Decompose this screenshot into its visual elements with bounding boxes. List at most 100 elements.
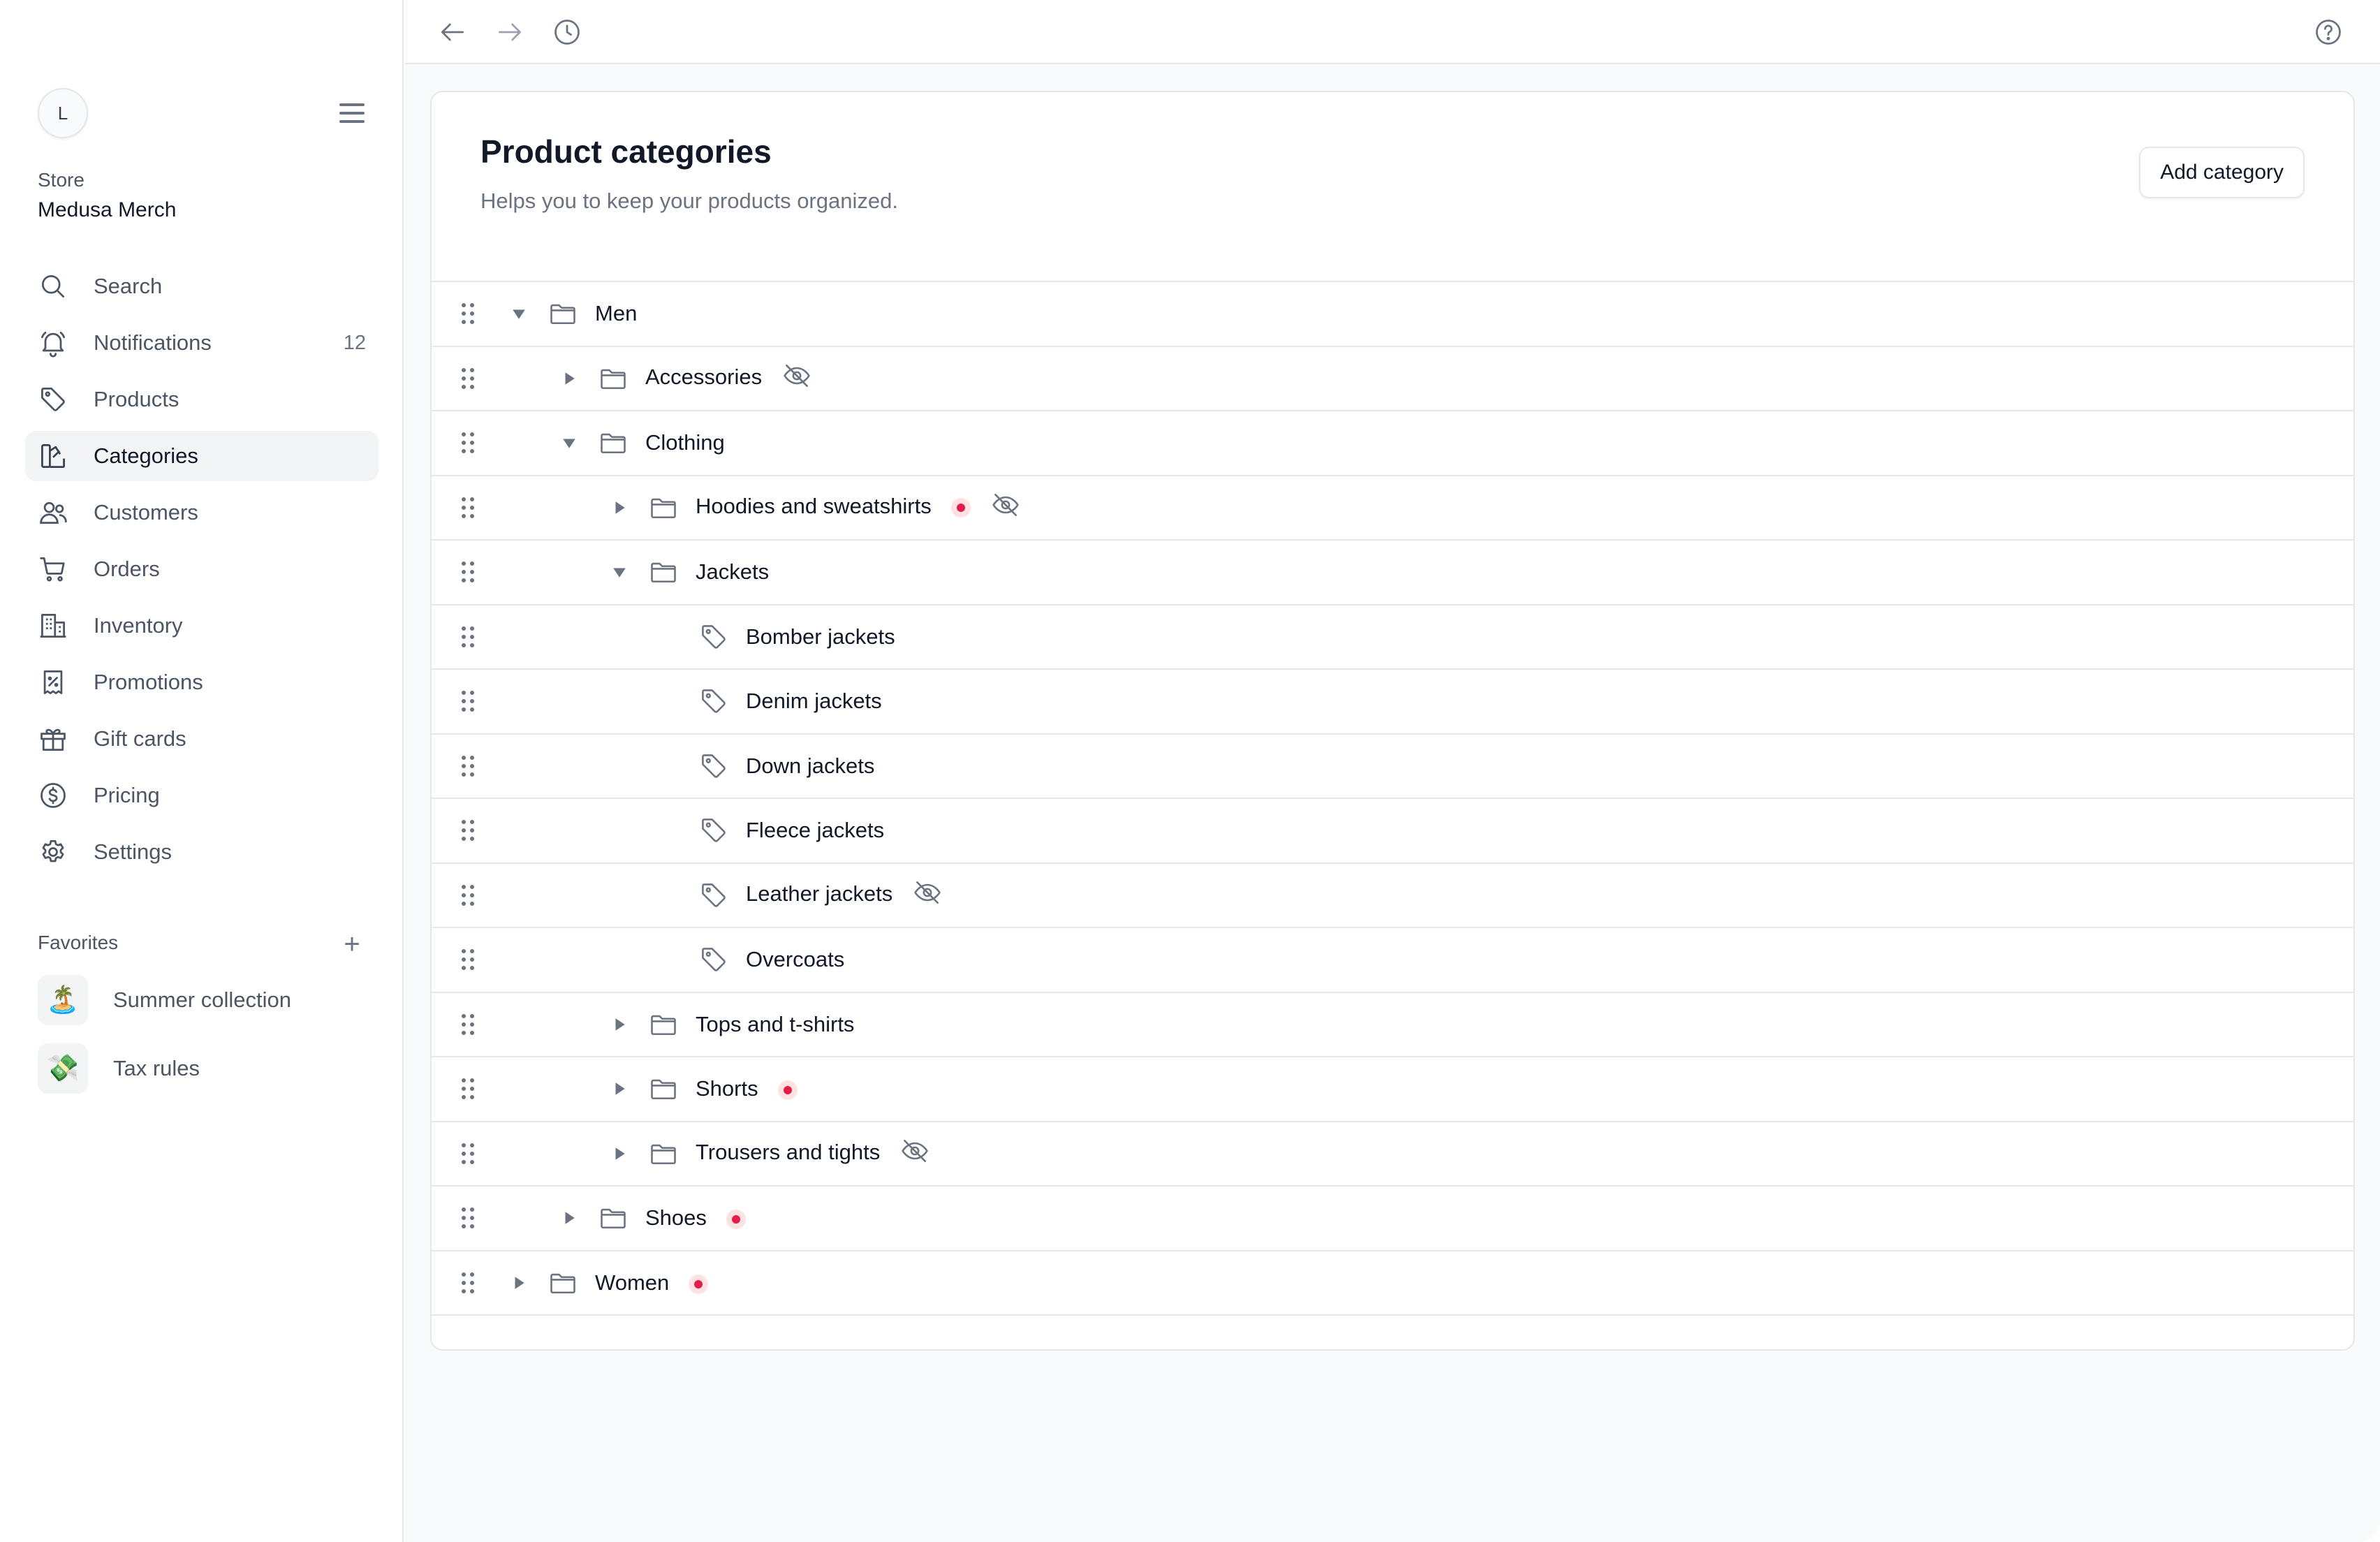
- category-label[interactable]: Accessories: [645, 365, 762, 389]
- sidebar-item-inventory[interactable]: Inventory: [25, 601, 379, 651]
- sidebar-item-customers[interactable]: Customers: [25, 487, 379, 538]
- category-label[interactable]: Men: [595, 301, 637, 325]
- chevron-right-icon[interactable]: [609, 1014, 630, 1035]
- folder-icon: [548, 1268, 578, 1298]
- drag-handle-icon[interactable]: [460, 560, 476, 584]
- category-label[interactable]: Women: [595, 1270, 669, 1295]
- avatar[interactable]: L: [38, 88, 88, 138]
- favorite-item[interactable]: 🏝️ Summer collection: [38, 975, 373, 1025]
- drag-handle-icon[interactable]: [460, 1271, 476, 1295]
- sidebar-item-products[interactable]: Products: [25, 374, 379, 425]
- sidebar-item-promotions[interactable]: Promotions: [25, 657, 379, 707]
- categories-card: Product categories Helps you to keep you…: [430, 91, 2355, 1351]
- category-row[interactable]: Tops and t-shirts: [432, 993, 2353, 1057]
- chevron-right-icon[interactable]: [609, 497, 630, 518]
- category-label[interactable]: Trousers and tights: [696, 1140, 880, 1164]
- sidebar-item-orders[interactable]: Orders: [25, 544, 379, 594]
- category-row[interactable]: Trousers and tights: [432, 1122, 2353, 1187]
- menu-icon[interactable]: [335, 101, 369, 126]
- category-row[interactable]: Women: [432, 1251, 2353, 1316]
- folder-icon: [648, 1073, 679, 1104]
- drag-handle-icon[interactable]: [460, 1142, 476, 1166]
- arrow-right-icon[interactable]: [493, 15, 527, 49]
- category-label[interactable]: Fleece jackets: [746, 818, 884, 842]
- history-icon[interactable]: [550, 15, 584, 49]
- category-label[interactable]: Tops and t-shirts: [696, 1012, 854, 1036]
- app-window: L Store Medusa Merch Search Notifications…: [0, 0, 2380, 1542]
- drag-handle-icon[interactable]: [460, 754, 476, 778]
- tag-icon: [698, 944, 729, 975]
- sidebar-item-settings[interactable]: Settings: [25, 827, 379, 877]
- drag-handle-icon[interactable]: [460, 496, 476, 520]
- sidebar-item-notifications[interactable]: Notifications 12: [25, 318, 379, 368]
- money-emoji: 💸: [38, 1043, 88, 1094]
- drag-handle-icon[interactable]: [460, 818, 476, 842]
- category-row[interactable]: Shoes: [432, 1187, 2353, 1251]
- category-label[interactable]: Denim jackets: [746, 689, 882, 713]
- inactive-status-dot: [777, 1080, 798, 1101]
- sidebar-item-pricing[interactable]: Pricing: [25, 770, 379, 821]
- category-row[interactable]: Clothing: [432, 411, 2353, 476]
- drag-handle-icon[interactable]: [460, 367, 476, 390]
- page-subtitle: Helps you to keep your products organize…: [480, 189, 898, 213]
- category-label[interactable]: Leather jackets: [746, 881, 892, 906]
- folder-icon: [598, 363, 629, 394]
- drag-handle-icon[interactable]: [460, 948, 476, 971]
- help-icon[interactable]: [2312, 15, 2345, 49]
- category-label[interactable]: Shoes: [645, 1205, 707, 1230]
- inactive-status-dot: [689, 1274, 709, 1294]
- category-label[interactable]: Clothing: [645, 430, 725, 455]
- sidebar-item-search[interactable]: Search: [25, 261, 379, 311]
- chevron-right-icon[interactable]: [609, 1143, 630, 1164]
- folder-icon: [648, 1138, 679, 1169]
- category-row[interactable]: Leather jackets: [432, 864, 2353, 928]
- island-emoji: 🏝️: [38, 975, 88, 1025]
- chevron-right-icon[interactable]: [559, 368, 580, 389]
- sidebar-item-gift-cards[interactable]: Gift cards: [25, 714, 379, 764]
- sidebar-item-categories[interactable]: Categories: [25, 431, 379, 481]
- drag-handle-icon[interactable]: [460, 302, 476, 325]
- drag-handle-icon[interactable]: [460, 625, 476, 649]
- category-label[interactable]: Jackets: [696, 559, 769, 584]
- tag-icon: [698, 622, 729, 652]
- chevron-down-icon[interactable]: [559, 432, 580, 453]
- category-row[interactable]: Denim jackets: [432, 670, 2353, 735]
- category-row[interactable]: Hoodies and sweatshirts: [432, 476, 2353, 541]
- category-label[interactable]: Overcoats: [746, 947, 844, 971]
- category-row[interactable]: Fleece jackets: [432, 799, 2353, 864]
- chevron-down-icon[interactable]: [609, 561, 630, 582]
- eye-slash-icon: [899, 1136, 930, 1172]
- category-row[interactable]: Bomber jackets: [432, 605, 2353, 670]
- drag-handle-icon[interactable]: [460, 1077, 476, 1101]
- topbar: [405, 0, 2380, 64]
- category-label[interactable]: Shorts: [696, 1076, 758, 1101]
- favorite-item[interactable]: 💸 Tax rules: [38, 1043, 373, 1094]
- category-row[interactable]: Down jackets: [432, 735, 2353, 799]
- add-category-button[interactable]: Add category: [2139, 147, 2305, 198]
- category-row[interactable]: Shorts: [432, 1057, 2353, 1122]
- chevron-down-icon[interactable]: [508, 303, 529, 324]
- add-favorite-button[interactable]: +: [339, 930, 365, 958]
- category-row[interactable]: Accessories: [432, 347, 2353, 411]
- category-row[interactable]: Jackets: [432, 541, 2353, 605]
- category-row[interactable]: Men: [432, 282, 2353, 347]
- sidebar-item-label: Products: [94, 387, 179, 411]
- chevron-right-icon[interactable]: [609, 1078, 630, 1099]
- main-content: Product categories Helps you to keep you…: [405, 64, 2380, 1542]
- drag-handle-icon[interactable]: [460, 1206, 476, 1230]
- drag-handle-icon[interactable]: [460, 431, 476, 455]
- users-icon: [38, 497, 68, 528]
- chevron-right-icon[interactable]: [559, 1207, 580, 1228]
- store-name[interactable]: Medusa Merch: [38, 198, 176, 222]
- arrow-left-icon[interactable]: [436, 15, 469, 49]
- category-row[interactable]: Overcoats: [432, 928, 2353, 993]
- receipt-percent-icon: [38, 667, 68, 698]
- category-label[interactable]: Bomber jackets: [746, 624, 895, 649]
- drag-handle-icon[interactable]: [460, 689, 476, 713]
- category-label[interactable]: Hoodies and sweatshirts: [696, 494, 932, 518]
- drag-handle-icon[interactable]: [460, 883, 476, 907]
- drag-handle-icon[interactable]: [460, 1013, 476, 1036]
- chevron-right-icon[interactable]: [508, 1272, 529, 1293]
- category-label[interactable]: Down jackets: [746, 754, 874, 778]
- sidebar-item-label: Pricing: [94, 783, 160, 807]
